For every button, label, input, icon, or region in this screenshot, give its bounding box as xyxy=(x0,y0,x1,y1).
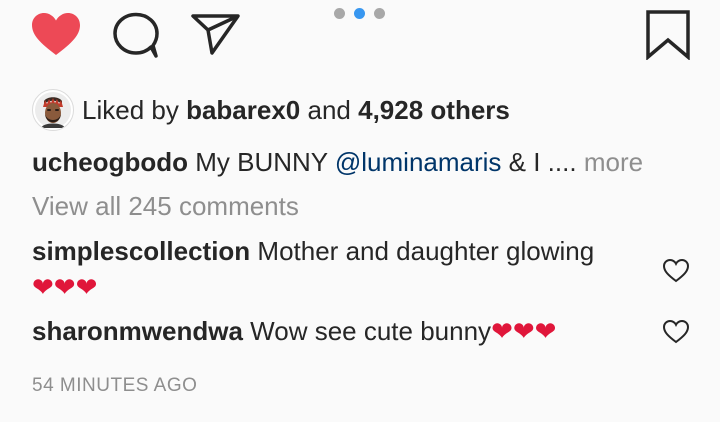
comment-like-heart-icon[interactable] xyxy=(662,319,690,345)
carousel-dot xyxy=(374,8,385,19)
likes-summary: Liked by babarex0 and 4,928 others xyxy=(32,88,510,132)
comment-emoji: ❤❤❤ xyxy=(32,272,98,302)
view-all-comments-link[interactable]: View all 245 comments xyxy=(32,191,299,222)
caption-text-after: & I .... xyxy=(508,147,577,177)
liker-avatar[interactable] xyxy=(32,89,74,131)
comment-like-heart-icon[interactable] xyxy=(662,258,690,284)
likes-connector: and xyxy=(307,94,351,125)
likes-count-link[interactable]: 4,928 others xyxy=(358,95,510,125)
avatar-portrait-icon xyxy=(35,92,71,128)
likes-prefix: Liked by xyxy=(82,94,179,125)
carousel-dot-active xyxy=(354,8,365,19)
post-timestamp: 54 MINUTES AGO xyxy=(32,375,198,396)
post-action-bar xyxy=(0,0,720,70)
caption-more-link[interactable]: more xyxy=(584,147,643,177)
comment-username[interactable]: simplescollection xyxy=(32,236,250,266)
liker-username[interactable]: babarex0 xyxy=(186,95,300,125)
comment-username[interactable]: sharonmwendwa xyxy=(32,316,243,346)
comment-text: Mother and daughter glowing xyxy=(257,236,595,266)
comment-text: Wow see cute bunny xyxy=(250,316,492,346)
comment-icon[interactable] xyxy=(111,11,161,59)
caption-username[interactable]: ucheogbodo xyxy=(32,147,188,177)
heart-filled-icon[interactable] xyxy=(30,11,82,57)
post-caption: ucheogbodo My BUNNY @luminamaris & I ...… xyxy=(32,147,643,178)
caption-text: My BUNNY xyxy=(195,147,328,177)
comment-item: sharonmwendwa Wow see cute bunny❤❤❤ xyxy=(32,313,632,349)
bookmark-icon[interactable] xyxy=(645,10,691,60)
caption-mention[interactable]: @luminamaris xyxy=(335,147,502,177)
comment-item: simplescollection Mother and daughter gl… xyxy=(32,233,632,305)
comment-emoji: ❤❤❤ xyxy=(491,316,557,346)
send-icon[interactable] xyxy=(190,12,242,56)
carousel-dot xyxy=(334,8,345,19)
